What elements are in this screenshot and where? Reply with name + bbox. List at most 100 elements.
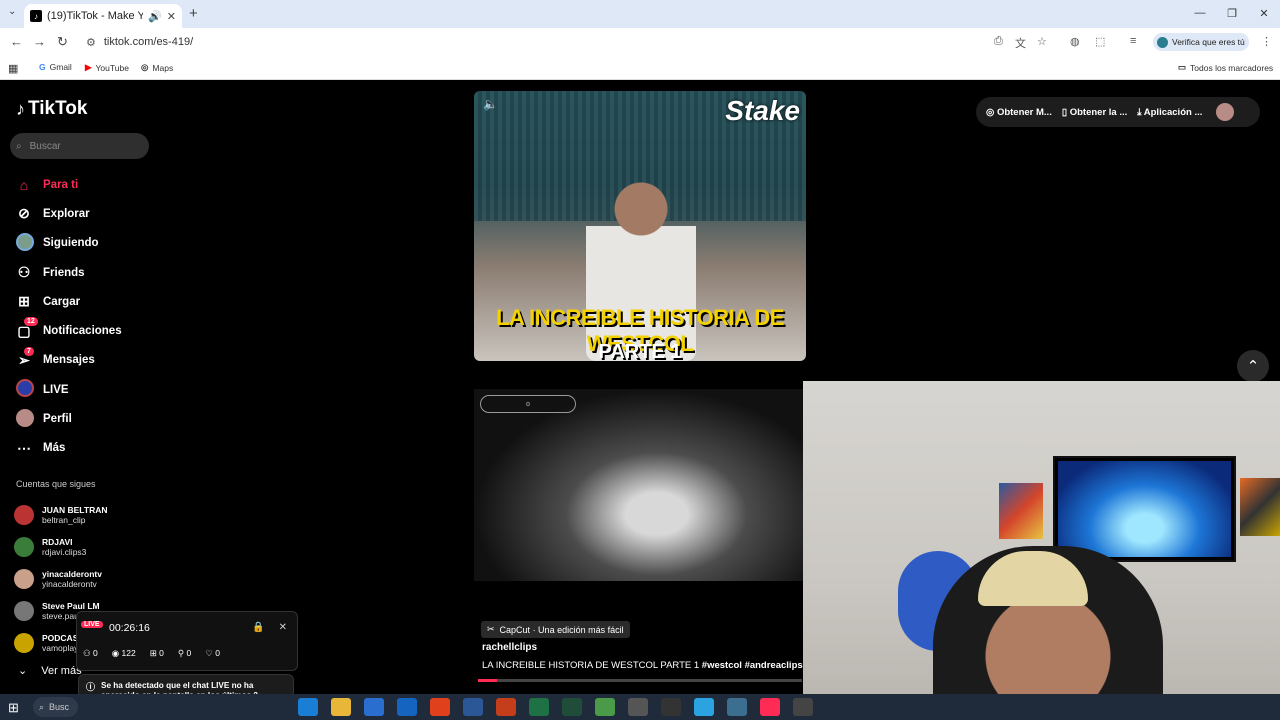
nav-label: Mensajes xyxy=(43,354,95,367)
youtube-icon: ▶ xyxy=(85,62,92,72)
volume-icon[interactable]: 🔈 xyxy=(483,97,498,111)
profile-avatar-icon xyxy=(16,408,34,430)
notifications-badge: 12 xyxy=(24,317,38,327)
nav-item-notificaciones[interactable]: ▢ 12 Notificaciones xyxy=(16,316,156,345)
back-icon[interactable]: ← xyxy=(10,34,23,49)
globe-icon: ◎ xyxy=(141,62,149,72)
lock-icon[interactable]: 🔒 xyxy=(252,622,264,633)
action-label: Obtener M... xyxy=(996,106,1052,118)
following-item[interactable]: JUAN BELTRAN beltran_clip xyxy=(14,499,144,531)
nav-item-mas[interactable]: ⋯ Más xyxy=(16,434,156,463)
word-icon[interactable] xyxy=(463,698,483,716)
reload-icon[interactable]: ↻ xyxy=(57,34,68,50)
nav-item-live[interactable]: LIVE xyxy=(16,375,156,404)
tiktok-logo[interactable]: ♪ TikTok xyxy=(16,98,87,120)
davinci-icon[interactable] xyxy=(661,698,681,716)
store-icon[interactable] xyxy=(364,698,384,716)
info-icon: ⓘ xyxy=(86,682,96,692)
search-icon: ⌕ xyxy=(16,140,22,152)
url-text: tiktok.com/es-419/ xyxy=(103,36,194,48)
bookmark-gmail[interactable]: G Gmail xyxy=(39,62,72,72)
following-name: JUAN BELTRAN xyxy=(42,505,108,515)
following-item[interactable]: yinacalderontv yinacalderontv xyxy=(14,563,144,595)
powerpoint-icon[interactable] xyxy=(496,698,516,716)
avatar xyxy=(14,569,34,589)
avatar xyxy=(14,505,34,525)
media-control-icon[interactable]: ≡ xyxy=(1130,35,1136,47)
outlook-icon[interactable] xyxy=(397,698,417,716)
edge-icon[interactable] xyxy=(298,698,318,716)
browser-menu-icon[interactable]: ⋮ xyxy=(1261,35,1272,48)
all-bookmarks-label: Todos los marcadores xyxy=(1190,62,1274,73)
scroll-up-button[interactable]: ⌃ xyxy=(1237,350,1269,382)
capcut-tag[interactable]: ✂ CapCut · Una edición más fácil xyxy=(481,621,630,638)
folder-icon: ▭ xyxy=(1178,62,1187,72)
get-coins-button[interactable]: ◎ Obtener M... xyxy=(986,107,1052,118)
stat-value: 0 xyxy=(186,648,192,658)
following-item[interactable]: RDJAVI rdjavi.clips3 xyxy=(14,531,144,563)
all-bookmarks[interactable]: ▭ Todos los marcadores xyxy=(1178,62,1273,73)
nav-label: Explorar xyxy=(43,207,90,220)
close-icon[interactable]: ✕ xyxy=(279,622,287,633)
restore-icon[interactable]: ❐ xyxy=(1216,0,1248,26)
video-card-1[interactable]: 🔈 Stake LA INCREIBLE HISTORIA DE WESTCOL… xyxy=(474,91,806,361)
following-avatar-icon xyxy=(16,232,34,254)
user-avatar[interactable] xyxy=(1216,103,1235,121)
video-card-2[interactable]: ⊙ xyxy=(474,389,806,581)
terminal-icon[interactable] xyxy=(562,698,582,716)
capcut-app-icon[interactable] xyxy=(727,698,747,716)
nav-item-explorar[interactable]: ⊘ Explorar xyxy=(16,199,156,228)
chrome-icon[interactable] xyxy=(595,698,615,716)
brave-icon[interactable] xyxy=(430,698,450,716)
live-studio-widget: LIVE 00:26:16 🔒 ✕ ⚇ 0 ◉ 122 ⊞ 0 ⚲ 0 ♡ 0 xyxy=(76,611,298,671)
tab-search-icon[interactable]: ⌄ xyxy=(8,6,16,17)
translate-icon[interactable]: 文 xyxy=(1015,35,1026,51)
forward-icon[interactable]: → xyxy=(33,34,46,49)
browser-tab-tiktok[interactable]: ♪ (19)TikTok - Make Your Day 🔊 ✕ xyxy=(24,4,182,28)
nav-item-friends[interactable]: ⚇ Friends xyxy=(16,258,156,287)
nav-item-perfil[interactable]: Perfil xyxy=(16,404,156,433)
site-info-icon[interactable]: ⚙ xyxy=(86,36,96,49)
bookmark-youtube[interactable]: ▶ YouTube xyxy=(85,62,129,73)
install-app-icon[interactable]: ⎙ xyxy=(994,35,1003,48)
camera-icon[interactable] xyxy=(628,698,648,716)
live-timer: 00:26:16 xyxy=(109,622,150,634)
capcut-icon: ✂ xyxy=(487,624,495,634)
desktop-app-button[interactable]: ⤓ Aplicación ... xyxy=(1137,107,1202,118)
nav-item-siguiendo[interactable]: Siguiendo xyxy=(16,229,156,258)
taskbar-search[interactable]: ⌕ Busc xyxy=(33,697,78,717)
close-window-icon[interactable]: ✕ xyxy=(1248,0,1280,26)
hashtag-links[interactable]: #westcol #andreaclips xyxy=(702,660,803,671)
minimize-icon[interactable]: — xyxy=(1184,0,1216,26)
bookmark-star-icon[interactable]: ☆ xyxy=(1037,35,1047,48)
video-progress-bar[interactable] xyxy=(478,679,802,682)
video-author[interactable]: rachellclips xyxy=(482,642,537,653)
windows-start-icon[interactable]: ⊞ xyxy=(8,700,19,716)
tab-close-icon[interactable]: ✕ xyxy=(167,10,176,23)
obs-icon[interactable] xyxy=(793,698,813,716)
nav-item-cargar[interactable]: ⊞ Cargar xyxy=(16,287,156,316)
wall-poster xyxy=(1240,478,1280,536)
new-tab-icon[interactable]: + xyxy=(189,5,198,22)
telegram-icon[interactable] xyxy=(694,698,714,716)
window-controls: — ❐ ✕ xyxy=(1184,0,1280,26)
tiktok-favicon-icon: ♪ xyxy=(30,10,42,22)
nav-label: Friends xyxy=(43,266,85,279)
excel-icon[interactable] xyxy=(529,698,549,716)
nav-item-mensajes[interactable]: ➢ 7 Mensajes xyxy=(16,346,156,375)
nav-item-para-ti[interactable]: ⌂ Para ti xyxy=(16,170,156,199)
nav-label: Perfil xyxy=(43,413,72,426)
see-more-button[interactable]: ⌄ Ver más xyxy=(18,664,82,678)
get-app-button[interactable]: ▯ Obtener la ... xyxy=(1062,107,1127,118)
vpn-globe-icon[interactable]: ◍ xyxy=(1070,35,1080,48)
nav-label: Notificaciones xyxy=(43,325,122,338)
apps-grid-icon[interactable]: ▦ xyxy=(8,62,18,75)
extensions-icon[interactable]: ⬚ xyxy=(1095,35,1105,48)
file-explorer-icon[interactable] xyxy=(331,698,351,716)
tab-audio-icon[interactable]: 🔊 xyxy=(148,10,162,23)
url-field[interactable]: ⚙ tiktok.com/es-419/ xyxy=(80,31,1060,53)
tiktok-app-icon[interactable] xyxy=(760,698,780,716)
verify-identity-chip[interactable]: Verifica que eres tú xyxy=(1153,33,1249,51)
search-input[interactable]: ⌕ Buscar xyxy=(10,133,149,159)
bookmark-maps[interactable]: ◎ Maps xyxy=(141,62,173,73)
